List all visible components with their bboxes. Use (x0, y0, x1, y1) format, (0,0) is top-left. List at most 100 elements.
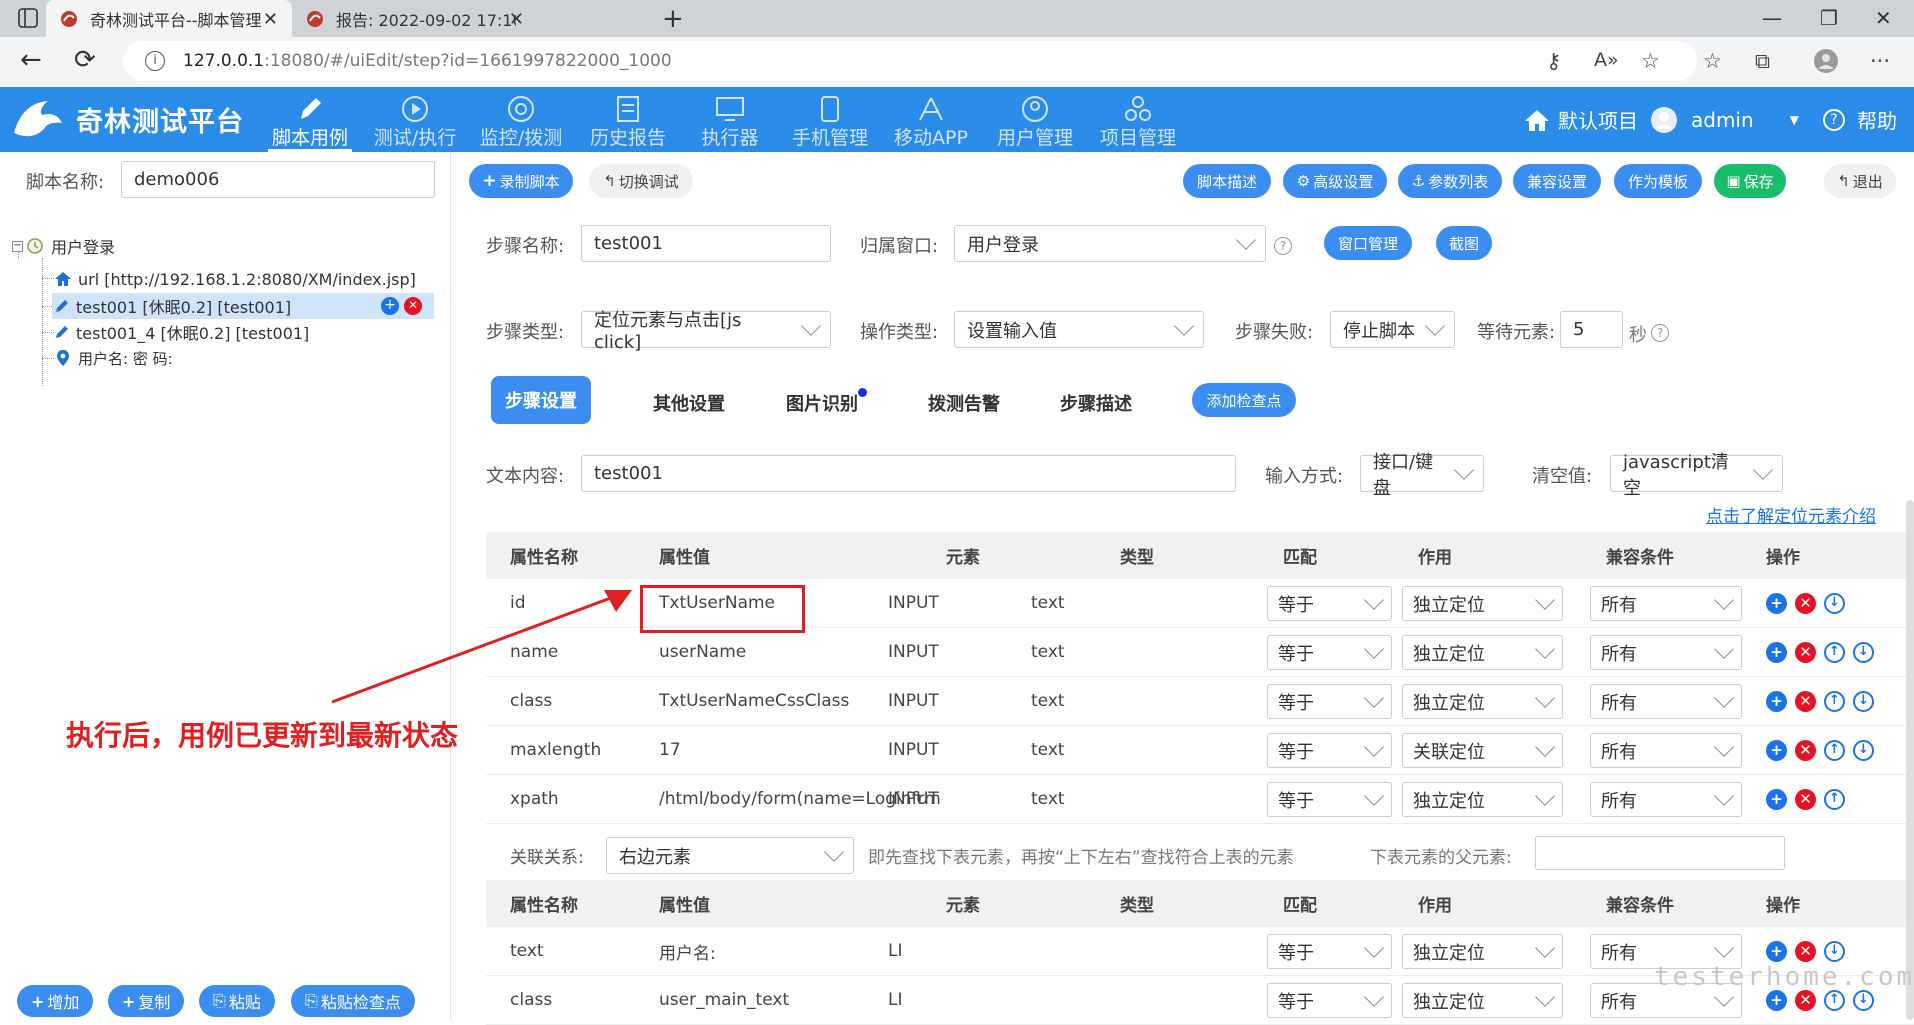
delete-row-icon[interactable]: ✕ (1795, 690, 1816, 712)
move-up-icon[interactable]: ↑ (1824, 788, 1845, 810)
window-select[interactable]: 用户登录 (954, 225, 1266, 262)
compat-select[interactable]: 所有 (1590, 733, 1742, 768)
paste-checkpoint-button[interactable]: ⎘ 粘贴检查点 (291, 985, 415, 1017)
record-script-button[interactable]: + 录制脚本 (469, 164, 573, 198)
browser-tab-2[interactable]: 报告: 2022-09-02 17:10:07 - demo ✕ (292, 0, 538, 37)
script-name-input[interactable]: demo006 (121, 161, 435, 198)
collapse-icon[interactable]: − (12, 240, 23, 252)
site-info-icon[interactable]: i (145, 51, 165, 71)
match-select[interactable]: 等于 (1267, 983, 1392, 1018)
browser-tab-1[interactable]: 奇林测试平台--脚本管理 ✕ (46, 0, 292, 37)
compat-select[interactable]: 所有 (1590, 684, 1742, 719)
add-node-icon[interactable]: + (381, 297, 399, 315)
key-icon[interactable]: ⚷ (1546, 49, 1561, 73)
nav-history[interactable]: 历史报告 (583, 87, 673, 152)
nav-mobile-app[interactable]: 移动APP (888, 87, 974, 152)
params-list-button[interactable]: ⚓ 参数列表 (1398, 164, 1502, 198)
tab-actions-icon[interactable] (18, 8, 38, 28)
add-row-icon[interactable]: + (1766, 989, 1787, 1011)
input-mode-select[interactable]: 接口/键盘 (1360, 452, 1484, 499)
add-row-icon[interactable]: + (1766, 641, 1787, 663)
match-select[interactable]: 等于 (1267, 684, 1392, 719)
nav-test-exec[interactable]: 测试/执行 (370, 87, 460, 152)
read-aloud-icon[interactable]: A» (1594, 49, 1619, 71)
nav-scripts[interactable]: 脚本用例 (268, 87, 352, 152)
screenshot-button[interactable]: 截图 (1436, 226, 1492, 260)
nav-monitor[interactable]: 监控/拨测 (476, 87, 566, 152)
delete-row-icon[interactable]: ✕ (1795, 989, 1816, 1011)
delete-row-icon[interactable]: ✕ (1795, 940, 1816, 962)
window-mgr-button[interactable]: 窗口管理 (1324, 226, 1412, 260)
collections-icon[interactable]: ⧉ (1755, 49, 1770, 74)
add-row-icon[interactable]: + (1766, 592, 1787, 614)
app-logo[interactable]: 奇林测试平台 (8, 93, 244, 145)
url-field[interactable]: i 127.0.0.1:18080/#/uiEdit/step?id=16619… (123, 41, 1697, 81)
role-select[interactable]: 独立定位 (1402, 934, 1563, 969)
role-select[interactable]: 独立定位 (1402, 635, 1563, 670)
move-up-icon[interactable]: ↑ (1824, 690, 1845, 712)
parent-element-input[interactable] (1535, 836, 1785, 870)
tab-image-recognition[interactable]: 图片识别 (786, 388, 867, 416)
match-select[interactable]: 等于 (1267, 635, 1392, 670)
user-menu[interactable]: admin ▼ (1651, 87, 1799, 152)
move-up-icon[interactable]: ↑ (1824, 641, 1845, 663)
save-button[interactable]: ▣ 保存 (1714, 164, 1786, 198)
maximize-icon[interactable]: ❐ (1820, 6, 1838, 30)
tree-item-test001-4[interactable]: test001_4 [休眠0.2] [test001] (54, 319, 309, 345)
compat-select[interactable]: 所有 (1590, 586, 1742, 621)
move-up-icon[interactable]: ↑ (1824, 989, 1845, 1011)
paste-button[interactable]: ⎘ 粘贴 (199, 985, 275, 1017)
toggle-debug-button[interactable]: ↰ 切换调试 (589, 164, 693, 198)
new-tab-icon[interactable]: + (662, 4, 684, 34)
match-select[interactable]: 等于 (1267, 733, 1392, 768)
favorites-icon[interactable]: ☆ (1703, 49, 1722, 73)
locate-intro-link[interactable]: 点击了解定位元素介绍 (1706, 502, 1876, 527)
exit-button[interactable]: ↰ 退出 (1824, 164, 1896, 198)
tab-close-icon[interactable]: ✕ (263, 9, 278, 30)
role-select[interactable]: 独立定位 (1402, 782, 1563, 817)
delete-row-icon[interactable]: ✕ (1795, 641, 1816, 663)
nav-user-mgmt[interactable]: 用户管理 (990, 87, 1080, 152)
match-select[interactable]: 等于 (1267, 782, 1392, 817)
delete-row-icon[interactable]: ✕ (1795, 788, 1816, 810)
delete-node-icon[interactable]: ✕ (404, 297, 422, 315)
tree-item-url[interactable]: url [http://192.168.1.2:8080/XM/index.js… (54, 266, 416, 292)
advanced-settings-button[interactable]: ⚙ 高级设置 (1283, 164, 1387, 198)
help-icon[interactable]: ? (1274, 237, 1292, 255)
relation-select[interactable]: 右边元素 (606, 837, 854, 874)
add-row-icon[interactable]: + (1766, 739, 1787, 761)
tab-other-settings[interactable]: 其他设置 (653, 390, 725, 416)
add-row-icon[interactable]: + (1766, 788, 1787, 810)
add-row-icon[interactable]: + (1766, 940, 1787, 962)
clear-select[interactable]: javascript清空 (1610, 452, 1783, 499)
wait-input[interactable]: 5 (1560, 311, 1623, 348)
move-down-icon[interactable]: ↓ (1824, 592, 1845, 614)
tab-step-settings[interactable]: 步骤设置 (491, 376, 591, 424)
move-down-icon[interactable]: ↓ (1853, 989, 1874, 1011)
add-checkpoint-button[interactable]: 添加检查点 (1192, 383, 1296, 417)
nav-project-mgmt[interactable]: 项目管理 (1093, 87, 1183, 152)
move-down-icon[interactable]: ↓ (1853, 739, 1874, 761)
refresh-icon[interactable]: ⟳ (74, 45, 96, 75)
role-select[interactable]: 独立定位 (1402, 586, 1563, 621)
tab-close-icon[interactable]: ✕ (509, 9, 524, 30)
favorite-add-icon[interactable]: ☆ (1641, 49, 1660, 73)
move-down-icon[interactable]: ↓ (1853, 641, 1874, 663)
more-icon[interactable]: ··· (1870, 49, 1890, 73)
move-down-icon[interactable]: ↓ (1853, 690, 1874, 712)
scrollbar[interactable] (1906, 500, 1914, 1020)
tab-step-desc[interactable]: 步骤描述 (1060, 390, 1132, 416)
tree-root[interactable]: − 用户登录 (12, 233, 115, 259)
help-icon[interactable]: ? (1651, 324, 1669, 342)
nav-phone-mgmt[interactable]: 手机管理 (785, 87, 875, 152)
profile-avatar-icon[interactable] (1814, 49, 1838, 73)
compat-select[interactable]: 所有 (1590, 635, 1742, 670)
back-icon[interactable]: ← (20, 45, 42, 75)
role-select[interactable]: 独立定位 (1402, 684, 1563, 719)
help-link[interactable]: ? 帮助 (1823, 87, 1897, 152)
add-button[interactable]: + 增加 (17, 985, 94, 1017)
tree-item-test001[interactable]: test001 [休眠0.2] [test001] + ✕ (52, 293, 434, 319)
compat-settings-button[interactable]: 兼容设置 (1513, 164, 1601, 198)
move-down-icon[interactable]: ↓ (1824, 940, 1845, 962)
match-select[interactable]: 等于 (1267, 934, 1392, 969)
